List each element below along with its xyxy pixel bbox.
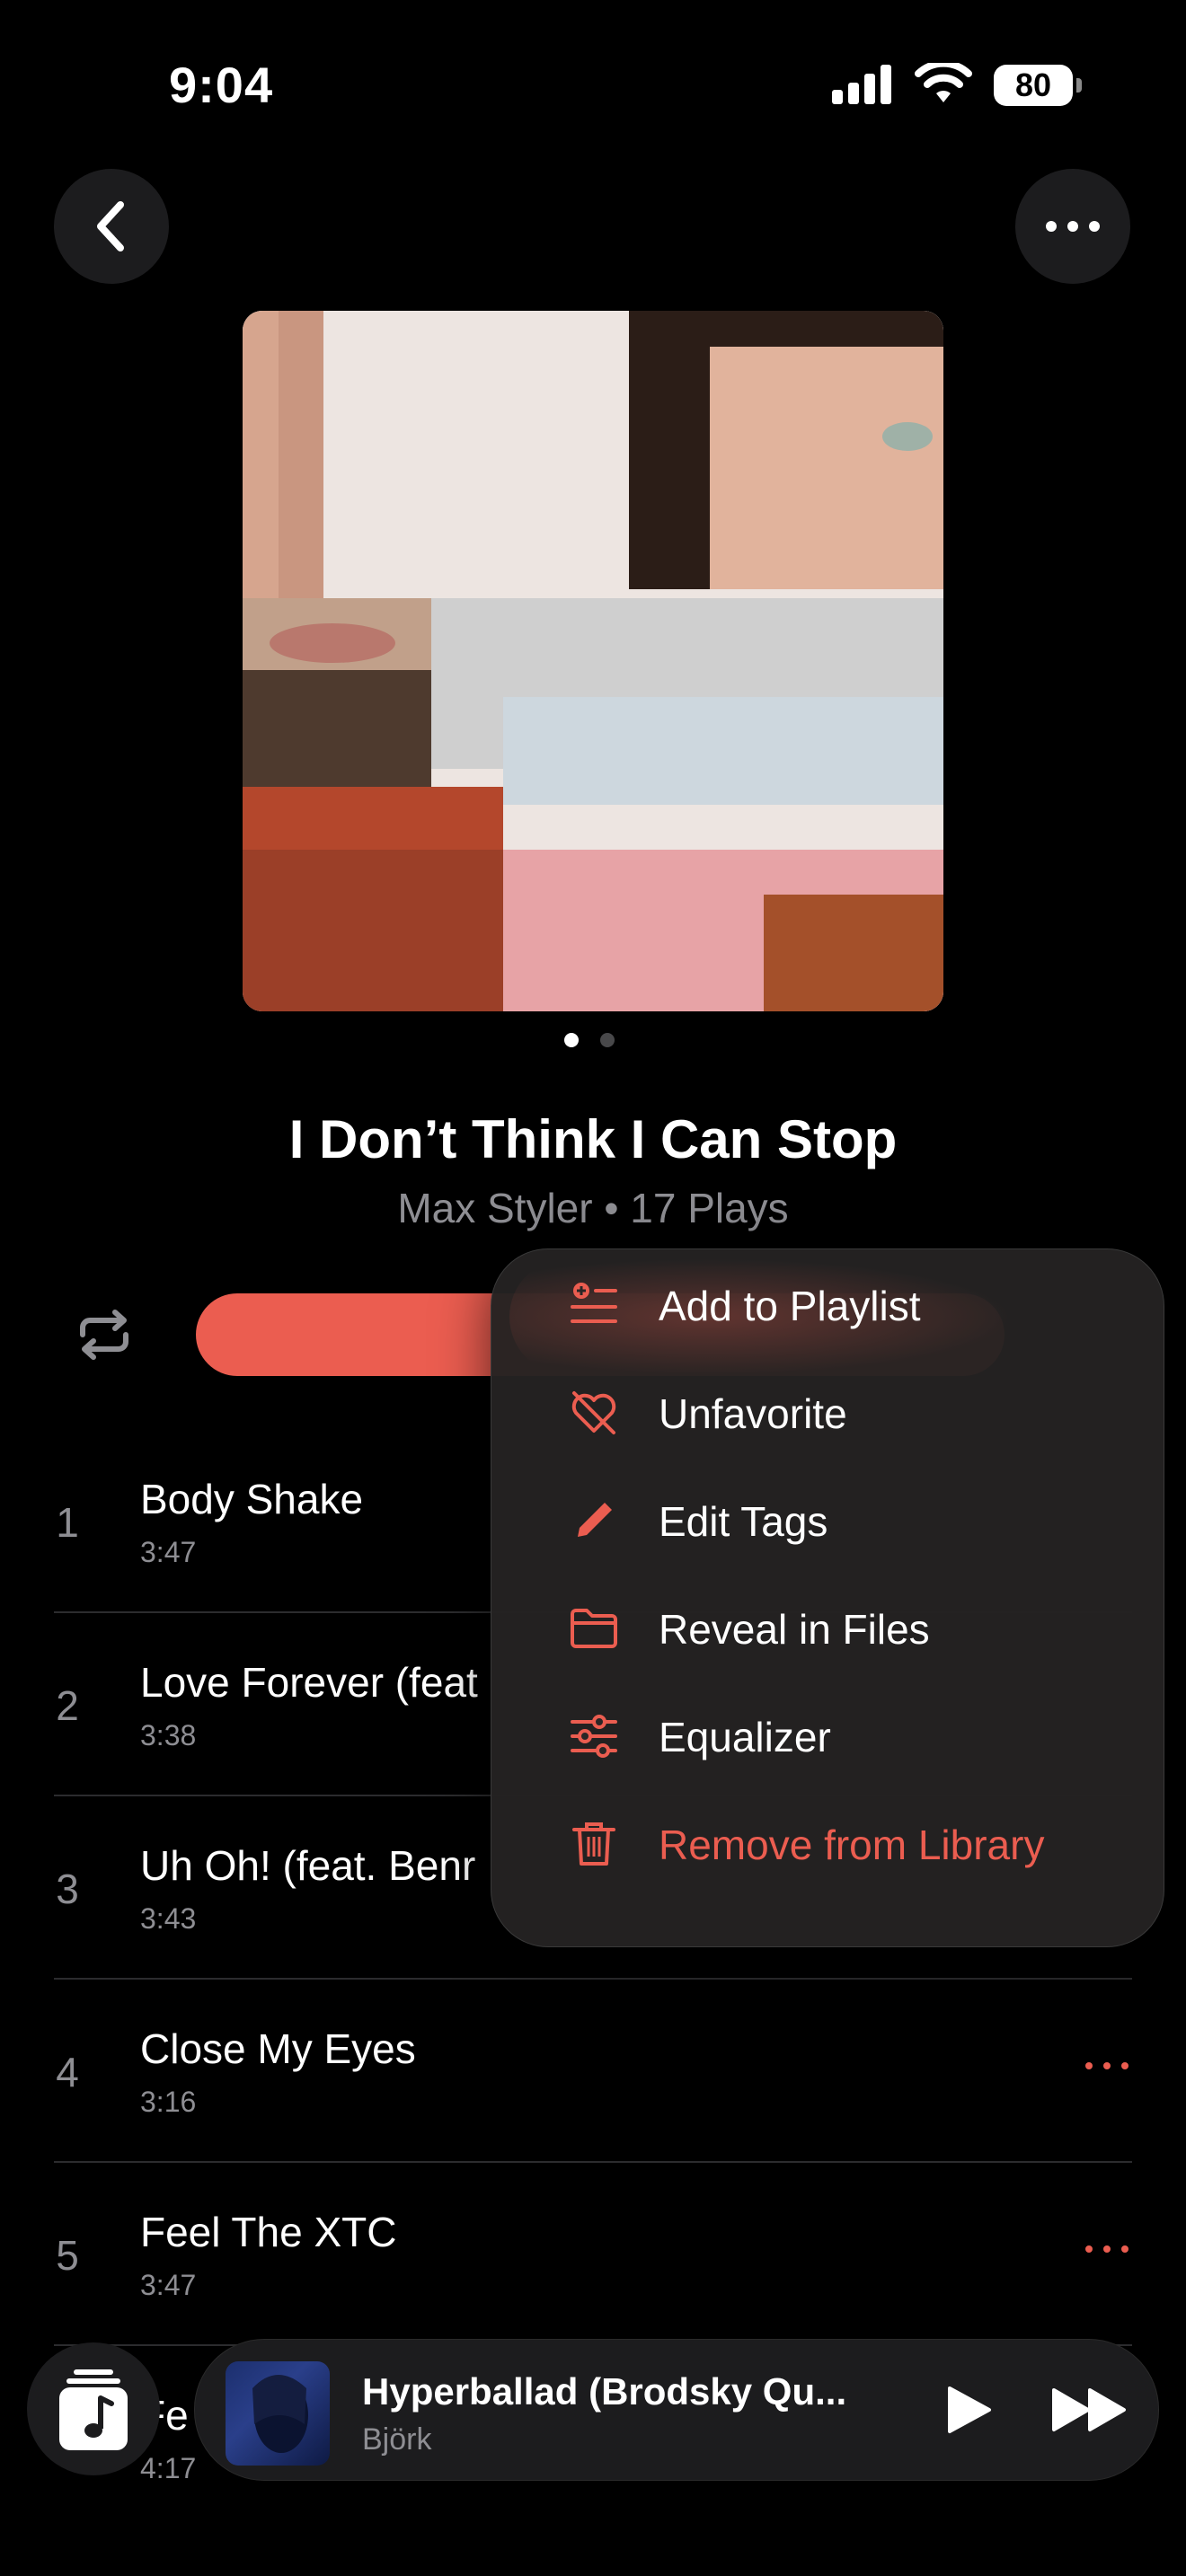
play-icon[interactable] <box>946 2385 993 2435</box>
track-duration: 4:17 <box>140 2452 197 2484</box>
add-to-playlist-icon <box>571 1283 617 1323</box>
back-button[interactable] <box>54 169 169 284</box>
menu-item-label: Add to Playlist <box>659 1283 921 1329</box>
chevron-left-icon <box>97 201 124 251</box>
track-duration: 3:16 <box>140 2086 197 2118</box>
track-number: 5 <box>56 2232 79 2279</box>
menu-item-label: Remove from Library <box>659 1822 1045 1868</box>
artwork-page-indicator[interactable] <box>564 1033 622 1051</box>
menu-item-add-to-playlist[interactable]: Add to Playlist <box>491 1249 1164 1357</box>
mini-player-artist: Björk <box>362 2422 432 2457</box>
album-title: I Don’t Think I Can Stop <box>288 1109 898 1169</box>
menu-item-reveal-in-files[interactable]: Reveal in Files <box>491 1573 1164 1681</box>
repeat-icon <box>80 1310 128 1360</box>
mini-player-artwork <box>226 2361 330 2466</box>
track-duration: 3:38 <box>140 1719 197 1751</box>
track-more-icon[interactable] <box>1085 2240 1132 2258</box>
status-time: 9:04 <box>169 57 274 113</box>
track-number: 2 <box>56 1682 79 1729</box>
track-number: 3 <box>56 1866 79 1912</box>
battery-indicator: 80 <box>994 65 1082 106</box>
track-duration: 3:47 <box>140 2269 197 2301</box>
track-duration: 3:47 <box>140 1536 197 1568</box>
page-dot <box>600 1033 615 1047</box>
heart-slash-icon <box>571 1391 616 1434</box>
menu-item-label: Reveal in Files <box>659 1606 930 1653</box>
page-dot-active <box>564 1033 579 1047</box>
menu-item-equalizer[interactable]: Equalizer <box>491 1681 1164 1788</box>
more-options-button[interactable] <box>1015 169 1130 284</box>
track-row[interactable]: 5 Feel The XTC 3:47 <box>54 2161 1132 2346</box>
track-row[interactable]: 4 Close My Eyes 3:16 <box>54 1978 1132 2163</box>
track-name: Uh Oh! (feat. Benr <box>140 1842 476 1889</box>
track-more-icon[interactable] <box>1085 2057 1132 2075</box>
track-duration: 3:43 <box>140 1902 197 1935</box>
menu-item-label: Edit Tags <box>659 1498 828 1545</box>
mini-player[interactable]: Hyperballad (Brodsky Qu... Björk <box>194 2339 1159 2481</box>
menu-item-label: Unfavorite <box>659 1390 847 1437</box>
music-library-icon <box>59 2369 128 2450</box>
pencil-icon <box>578 1503 612 1537</box>
track-name: Feel The XTC <box>140 2209 397 2255</box>
album-artwork[interactable] <box>243 311 943 1011</box>
menu-item-edit-tags[interactable]: Edit Tags <box>491 1465 1164 1573</box>
track-name: Body Shake <box>140 1476 364 1522</box>
album-artwork-image <box>243 311 943 1011</box>
trash-icon <box>572 1822 615 1866</box>
ellipsis-icon <box>1046 221 1100 232</box>
forward-icon[interactable] <box>1050 2386 1129 2433</box>
cellular-signal-icon <box>832 65 891 104</box>
album-subtitle[interactable]: Max Styler • 17 Plays <box>0 1184 1186 1232</box>
track-name: Love Forever (feat <box>140 1659 478 1706</box>
track-number: 4 <box>56 2049 79 2095</box>
status-icons: 80 <box>832 63 1084 113</box>
track-name: Close My Eyes <box>140 2025 416 2072</box>
menu-item-unfavorite[interactable]: Unfavorite <box>491 1357 1164 1465</box>
track-number: 1 <box>56 1499 79 1546</box>
library-button[interactable] <box>27 2342 160 2475</box>
repeat-button[interactable] <box>72 1302 137 1367</box>
wifi-icon <box>915 63 972 102</box>
menu-item-label: Equalizer <box>659 1714 831 1760</box>
context-menu: Add to Playlist Unfavorite Edit Tags Rev… <box>491 1248 1164 1947</box>
folder-icon <box>571 1609 617 1648</box>
sliders-icon <box>571 1715 617 1758</box>
mini-player-title: Hyperballad (Brodsky Qu... <box>362 2370 847 2413</box>
menu-item-remove-from-library[interactable]: Remove from Library <box>491 1788 1164 1896</box>
